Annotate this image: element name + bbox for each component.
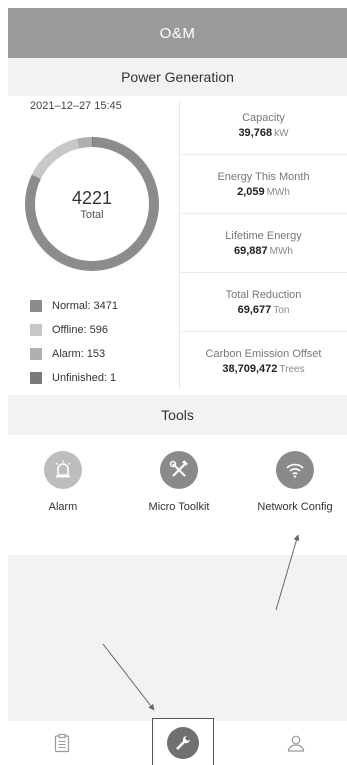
legend-normal: Normal: 3471	[30, 294, 118, 318]
legend-label: Normal:	[52, 300, 91, 312]
legend-swatch-normal	[30, 300, 42, 312]
stat-unit: MWh	[266, 186, 290, 198]
legend-value: 3471	[93, 300, 118, 312]
legend-value: 596	[89, 324, 109, 336]
alarm-light-icon[interactable]	[44, 451, 82, 489]
tools-title: Tools	[8, 395, 347, 435]
timestamp: 2021–12–27 15:45	[30, 100, 122, 112]
stat-unit: Trees	[279, 364, 305, 375]
stat-value: 69,677 Ton	[238, 304, 290, 316]
app-screen: O&M Power Generation 2021–12–27 15:45 42…	[8, 8, 347, 765]
stat-value: 69,887 MWh	[234, 245, 293, 257]
stat-capacity: Capacity 39,768 kW	[180, 96, 347, 155]
annotation-arrow-tools-tab	[102, 643, 155, 711]
stat-unit: MWh	[269, 245, 293, 257]
stat-label: Total Reduction	[225, 288, 302, 301]
tool-label: Micro Toolkit	[148, 501, 210, 513]
stat-label: Energy This Month	[217, 170, 310, 183]
nav-item-profile[interactable]	[266, 721, 326, 765]
nav-item-tools-active[interactable]	[152, 718, 214, 765]
legend-value: 153	[86, 348, 106, 360]
device-status-donut[interactable]: 4221 Total	[22, 134, 162, 274]
stat-carbon-offset: Carbon Emission Offset 38,709,472 Trees	[180, 332, 347, 391]
legend-offline: Offline: 596	[30, 318, 118, 342]
legend-alarm: Alarm: 153	[30, 342, 118, 366]
app-header: O&M	[8, 8, 347, 58]
total-device-count: 4221	[71, 188, 113, 208]
stat-unit: kW	[274, 127, 289, 139]
stats-list: Capacity 39,768 kW Energy This Month 2,05…	[180, 96, 347, 391]
stat-number: 39,768	[238, 126, 273, 139]
stat-number: 2,059	[237, 185, 265, 198]
nav-item-reports[interactable]	[32, 721, 92, 765]
legend-label: Alarm:	[52, 348, 84, 360]
total-label: Total	[80, 209, 104, 221]
stat-value: 38,709,472 Trees	[222, 363, 304, 375]
stat-number: 38,709,472	[222, 363, 278, 375]
stat-label: Carbon Emission Offset	[205, 348, 322, 360]
tool-network-config[interactable]: Network Config	[240, 451, 347, 513]
tool-micro-toolkit[interactable]: Micro Toolkit	[124, 451, 234, 513]
stat-label: Capacity	[242, 111, 285, 124]
power-generation-card[interactable]: 2021–12–27 15:45 4221 Total Normal: 3471…	[8, 96, 347, 395]
user-icon	[287, 735, 305, 752]
stat-lifetime-energy: Lifetime Energy 69,887 MWh	[180, 214, 347, 273]
legend-label: Unfinished:	[52, 372, 108, 384]
donut-center: 4221 Total	[22, 134, 162, 274]
stat-value: 39,768 kW	[238, 127, 288, 139]
stat-label: Lifetime Energy	[225, 229, 302, 242]
clipboard-icon	[54, 733, 70, 753]
stat-number: 69,677	[237, 303, 272, 316]
wifi-icon[interactable]	[276, 451, 314, 489]
legend-label: Offline:	[52, 324, 87, 336]
stat-unit: Ton	[273, 304, 290, 316]
wrench-icon	[167, 727, 199, 759]
stat-number: 69,887	[234, 244, 268, 257]
tool-label: Network Config	[257, 501, 333, 513]
tools-icon[interactable]	[160, 451, 198, 489]
legend-swatch-offline	[30, 324, 42, 336]
bottom-nav	[8, 718, 347, 765]
legend-swatch-alarm	[30, 348, 42, 360]
tool-label: Alarm	[48, 501, 78, 513]
status-legend: Normal: 3471 Offline: 596 Alarm: 153 Unf…	[30, 294, 118, 390]
stat-energy-this-month: Energy This Month 2,059 MWh	[180, 155, 347, 214]
stat-value: 2,059 MWh	[237, 186, 290, 198]
page-title: O&M	[159, 24, 196, 42]
tool-alarm[interactable]: Alarm	[8, 451, 118, 513]
legend-value: 1	[110, 372, 117, 384]
power-generation-title: Power Generation	[8, 58, 347, 96]
tools-card: Alarm Micro Toolkit Network Config	[8, 435, 347, 555]
legend-unfinished: Unfinished: 1	[30, 366, 118, 390]
stat-total-reduction: Total Reduction 69,677 Ton	[180, 273, 347, 332]
legend-swatch-unfinished	[30, 372, 42, 384]
